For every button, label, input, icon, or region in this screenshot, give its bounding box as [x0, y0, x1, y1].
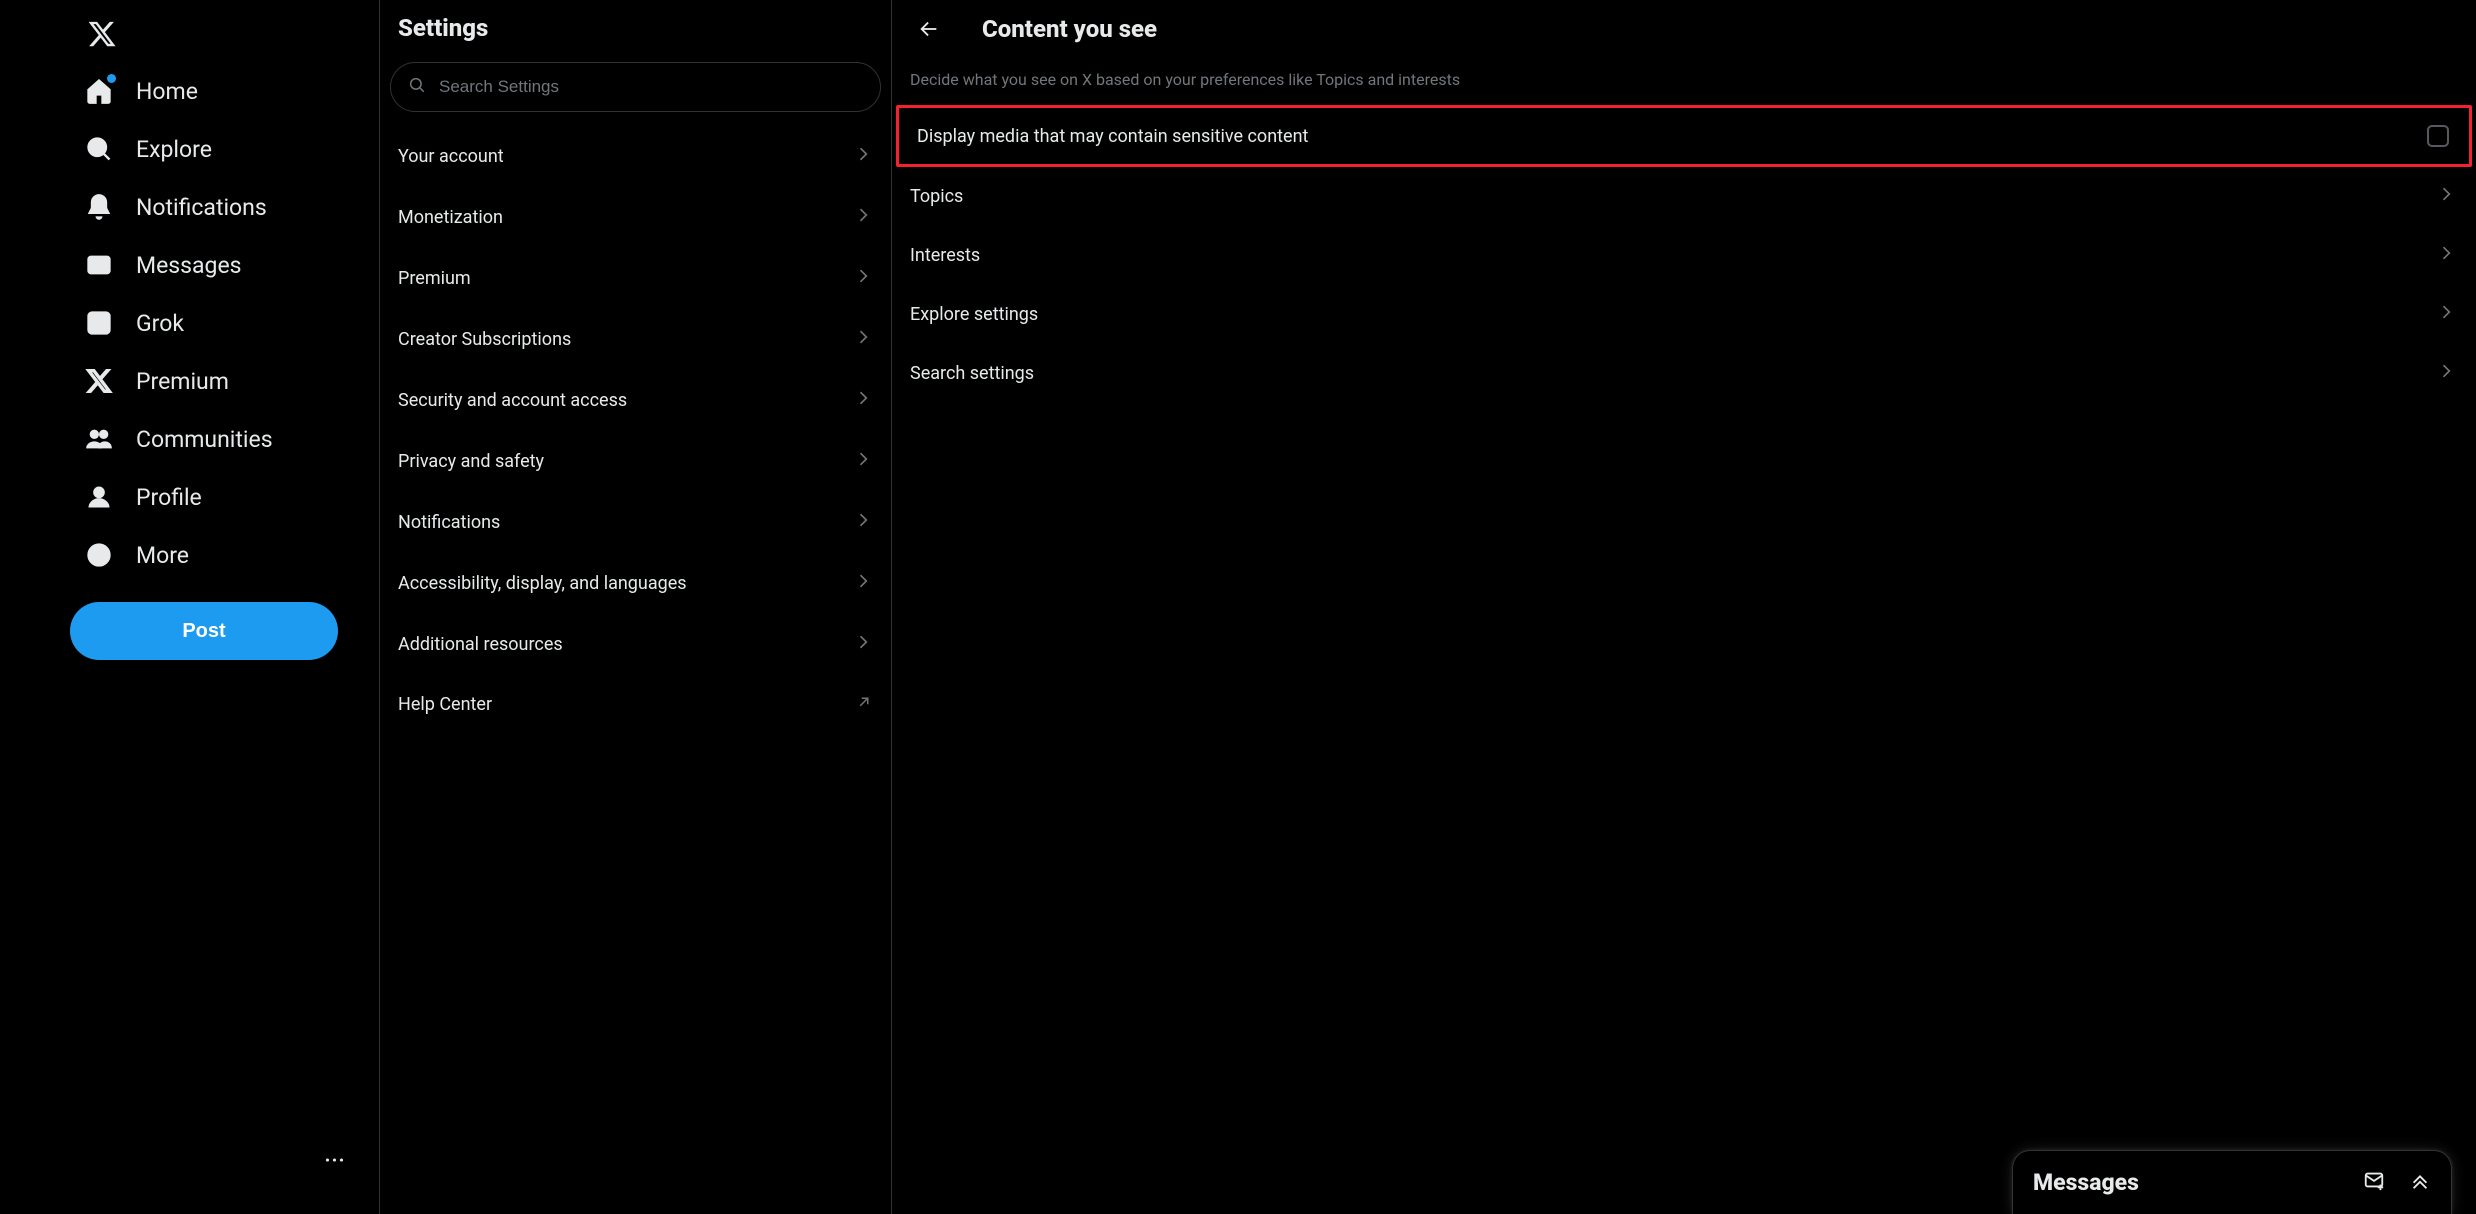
settings-item-label: Security and account access: [398, 390, 627, 411]
detail-item-label: Interests: [910, 245, 980, 266]
chevron-right-icon: [853, 327, 873, 352]
chevron-right-icon: [853, 266, 873, 291]
settings-item-label: Additional resources: [398, 634, 563, 655]
chevron-right-icon: [2436, 361, 2456, 386]
messages-dock[interactable]: Messages: [2012, 1150, 2452, 1214]
new-message-icon[interactable]: [2363, 1169, 2385, 1196]
detail-item-label: Explore settings: [910, 304, 1038, 325]
settings-item-help-center[interactable]: Help Center: [380, 675, 891, 734]
post-button[interactable]: Post: [70, 602, 338, 660]
settings-item-label: Privacy and safety: [398, 451, 544, 472]
primary-nav: Home Explore Notifications Messages Grok: [0, 0, 380, 1214]
settings-item-label: Monetization: [398, 207, 503, 228]
detail-item-topics[interactable]: Topics: [892, 167, 2476, 226]
settings-item-premium[interactable]: Premium: [380, 248, 891, 309]
nav-label: Profile: [136, 486, 202, 509]
nav-profile[interactable]: Profile: [70, 468, 216, 526]
nav-messages[interactable]: Messages: [70, 236, 256, 294]
detail-item-interests[interactable]: Interests: [892, 226, 2476, 285]
nav-notifications[interactable]: Notifications: [70, 178, 281, 236]
nav-label: Communities: [136, 428, 273, 451]
chevron-right-icon: [2436, 302, 2456, 327]
detail-header: Content you see: [892, 0, 2476, 56]
unread-dot: [107, 74, 116, 83]
settings-item-label: Help Center: [398, 694, 492, 715]
chevron-right-icon: [853, 388, 873, 413]
detail-item-search-settings[interactable]: Search settings: [892, 344, 2476, 403]
chevron-right-icon: [853, 632, 873, 657]
settings-item-creator-subscriptions[interactable]: Creator Subscriptions: [380, 309, 891, 370]
settings-item-notifications[interactable]: Notifications: [380, 492, 891, 553]
settings-item-label: Your account: [398, 146, 504, 167]
nav-label: Grok: [136, 312, 184, 335]
chevron-right-icon: [853, 449, 873, 474]
nav-more[interactable]: More: [70, 526, 203, 584]
sensitive-media-toggle-row[interactable]: Display media that may contain sensitive…: [896, 105, 2472, 167]
settings-item-monetization[interactable]: Monetization: [380, 187, 891, 248]
grok-icon: [84, 308, 114, 338]
mail-icon: [84, 250, 114, 280]
settings-column: Settings Your account Monetization Premi…: [380, 0, 892, 1214]
settings-item-additional[interactable]: Additional resources: [380, 614, 891, 675]
chevron-right-icon: [2436, 184, 2456, 209]
bell-icon: [84, 192, 114, 222]
search-icon: [84, 134, 114, 164]
back-button[interactable]: [910, 10, 948, 48]
sensitive-media-checkbox[interactable]: [2427, 125, 2449, 147]
settings-title: Settings: [380, 0, 891, 62]
nav-premium[interactable]: Premium: [70, 352, 243, 410]
external-link-icon: [855, 693, 873, 716]
more-icon: [84, 540, 114, 570]
profile-icon: [84, 482, 114, 512]
x-icon: [84, 366, 114, 396]
settings-item-security[interactable]: Security and account access: [380, 370, 891, 431]
detail-item-label: Search settings: [910, 363, 1034, 384]
nav-explore[interactable]: Explore: [70, 120, 226, 178]
chevron-right-icon: [853, 144, 873, 169]
settings-item-label: Creator Subscriptions: [398, 329, 571, 350]
search-icon: [408, 75, 426, 99]
settings-search-input[interactable]: [390, 62, 881, 112]
settings-item-accessibility[interactable]: Accessibility, display, and languages: [380, 553, 891, 614]
nav-label: More: [136, 544, 189, 567]
detail-title: Content you see: [982, 15, 1157, 43]
nav-label: Explore: [136, 138, 212, 161]
nav-label: Home: [136, 80, 198, 103]
settings-search: [390, 62, 881, 112]
account-switcher[interactable]: ···: [315, 1140, 355, 1180]
settings-item-label: Premium: [398, 268, 471, 289]
x-logo[interactable]: [78, 10, 126, 58]
sensitive-media-label: Display media that may contain sensitive…: [917, 126, 1308, 147]
nav-communities[interactable]: Communities: [70, 410, 287, 468]
settings-item-privacy[interactable]: Privacy and safety: [380, 431, 891, 492]
chevron-right-icon: [2436, 243, 2456, 268]
expand-dock-icon[interactable]: [2409, 1169, 2431, 1196]
chevron-right-icon: [853, 510, 873, 535]
nav-label: Notifications: [136, 196, 267, 219]
detail-description: Decide what you see on X based on your p…: [892, 56, 2476, 105]
messages-dock-title: Messages: [2033, 1169, 2139, 1196]
chevron-right-icon: [853, 571, 873, 596]
nav-label: Messages: [136, 254, 242, 277]
chevron-right-icon: [853, 205, 873, 230]
home-icon: [84, 76, 114, 106]
nav-grok[interactable]: Grok: [70, 294, 198, 352]
communities-icon: [84, 424, 114, 454]
settings-item-label: Notifications: [398, 512, 500, 533]
nav-label: Premium: [136, 370, 229, 393]
detail-column: Content you see Decide what you see on X…: [892, 0, 2476, 1214]
settings-item-label: Accessibility, display, and languages: [398, 573, 687, 594]
nav-home[interactable]: Home: [70, 62, 212, 120]
detail-item-label: Topics: [910, 186, 963, 207]
settings-item-your-account[interactable]: Your account: [380, 126, 891, 187]
detail-item-explore-settings[interactable]: Explore settings: [892, 285, 2476, 344]
